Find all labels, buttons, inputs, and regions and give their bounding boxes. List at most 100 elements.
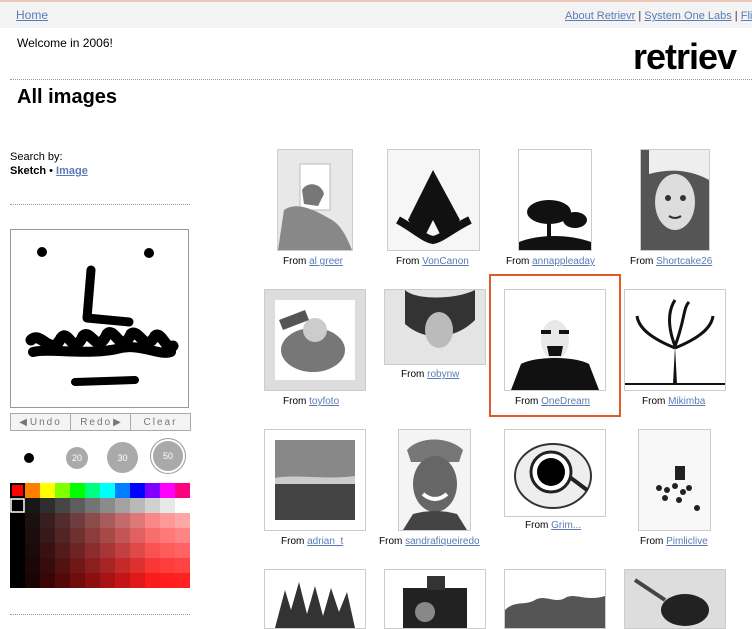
palette-shade-swatch[interactable]	[25, 573, 40, 588]
palette-shade-swatch[interactable]	[100, 543, 115, 558]
palette-hue-swatch[interactable]	[130, 483, 145, 498]
result-thumbnail[interactable]	[504, 569, 606, 629]
palette-shade-swatch[interactable]	[130, 543, 145, 558]
palette-shade-swatch[interactable]	[175, 543, 190, 558]
result-thumbnail[interactable]	[264, 569, 366, 629]
palette-hue-swatch[interactable]	[85, 483, 100, 498]
brush-20-button[interactable]: 20	[66, 447, 88, 469]
user-link[interactable]: toyfoto	[309, 396, 339, 407]
palette-hue-swatch[interactable]	[100, 483, 115, 498]
palette-shade-swatch[interactable]	[25, 543, 40, 558]
palette-shade-swatch[interactable]	[115, 513, 130, 528]
palette-shade-swatch[interactable]	[100, 573, 115, 588]
palette-shade-swatch[interactable]	[10, 558, 25, 573]
palette-shade-swatch[interactable]	[85, 558, 100, 573]
palette-gray-swatch[interactable]	[175, 498, 190, 513]
palette-shade-swatch[interactable]	[145, 573, 160, 588]
user-link[interactable]: annappleaday	[532, 256, 595, 267]
palette-shade-swatch[interactable]	[115, 528, 130, 543]
palette-shade-swatch[interactable]	[10, 573, 25, 588]
palette-gray-swatch[interactable]	[130, 498, 145, 513]
palette-shade-swatch[interactable]	[40, 558, 55, 573]
palette-shade-swatch[interactable]	[70, 543, 85, 558]
palette-shade-swatch[interactable]	[145, 528, 160, 543]
palette-shade-swatch[interactable]	[10, 543, 25, 558]
palette-shade-swatch[interactable]	[25, 558, 40, 573]
palette-gray-swatch[interactable]	[40, 498, 55, 513]
palette-shade-swatch[interactable]	[85, 573, 100, 588]
result-thumbnail[interactable]	[504, 429, 606, 517]
palette-shade-swatch[interactable]	[55, 573, 70, 588]
user-link[interactable]: Shortcake26	[656, 256, 712, 267]
palette-shade-swatch[interactable]	[160, 528, 175, 543]
user-link[interactable]: sandrafiqueiredo	[405, 536, 480, 547]
undo-button[interactable]: ◀ Undo	[11, 414, 71, 430]
palette-shade-swatch[interactable]	[55, 528, 70, 543]
palette-shade-swatch[interactable]	[40, 528, 55, 543]
palette-shade-swatch[interactable]	[175, 528, 190, 543]
user-link[interactable]: adrian_t	[307, 536, 343, 547]
palette-shade-swatch[interactable]	[85, 528, 100, 543]
result-thumbnail[interactable]	[640, 149, 710, 251]
palette-shade-swatch[interactable]	[160, 513, 175, 528]
result-thumbnail[interactable]	[384, 289, 486, 365]
palette-gray-swatch[interactable]	[145, 498, 160, 513]
palette-hue-swatch[interactable]	[40, 483, 55, 498]
brush-small-button[interactable]	[24, 453, 34, 463]
palette-shade-swatch[interactable]	[130, 528, 145, 543]
palette-shade-swatch[interactable]	[160, 573, 175, 588]
palette-shade-swatch[interactable]	[40, 543, 55, 558]
palette-shade-swatch[interactable]	[25, 528, 40, 543]
palette-hue-swatch[interactable]	[70, 483, 85, 498]
palette-gray-swatch[interactable]	[25, 498, 40, 513]
palette-shade-swatch[interactable]	[70, 558, 85, 573]
palette-shade-swatch[interactable]	[145, 543, 160, 558]
brush-30-button[interactable]: 30	[107, 442, 138, 473]
palette-shade-swatch[interactable]	[70, 513, 85, 528]
result-thumbnail[interactable]	[264, 289, 366, 391]
palette-shade-swatch[interactable]	[130, 558, 145, 573]
palette-gray-swatch[interactable]	[70, 498, 85, 513]
palette-gray-swatch[interactable]	[160, 498, 175, 513]
home-link[interactable]: Home	[16, 8, 48, 22]
palette-shade-swatch[interactable]	[115, 543, 130, 558]
palette-shade-swatch[interactable]	[55, 543, 70, 558]
palette-shade-swatch[interactable]	[55, 558, 70, 573]
palette-shade-swatch[interactable]	[70, 573, 85, 588]
palette-shade-swatch[interactable]	[70, 528, 85, 543]
about-link[interactable]: About Retrievr	[565, 10, 635, 22]
sketch-canvas[interactable]	[10, 229, 189, 408]
palette-shade-swatch[interactable]	[115, 558, 130, 573]
result-thumbnail[interactable]	[518, 149, 592, 251]
result-thumbnail[interactable]	[277, 149, 353, 251]
clear-button[interactable]: Clear	[131, 414, 190, 430]
result-thumbnail[interactable]	[624, 289, 726, 391]
palette-shade-swatch[interactable]	[85, 513, 100, 528]
image-mode-link[interactable]: Image	[56, 165, 88, 177]
result-thumbnail[interactable]	[398, 429, 471, 531]
user-link[interactable]: Grim...	[551, 520, 581, 531]
palette-shade-swatch[interactable]	[175, 513, 190, 528]
system-one-link[interactable]: System One Labs	[644, 10, 731, 22]
user-link[interactable]: VonCanon	[422, 256, 469, 267]
palette-shade-swatch[interactable]	[40, 513, 55, 528]
palette-shade-swatch[interactable]	[115, 573, 130, 588]
palette-gray-swatch[interactable]	[100, 498, 115, 513]
result-thumbnail[interactable]	[638, 429, 711, 531]
result-thumbnail[interactable]	[264, 429, 366, 531]
palette-shade-swatch[interactable]	[100, 558, 115, 573]
result-thumbnail[interactable]	[387, 149, 480, 251]
palette-shade-swatch[interactable]	[145, 513, 160, 528]
palette-shade-swatch[interactable]	[85, 543, 100, 558]
palette-hue-swatch[interactable]	[115, 483, 130, 498]
palette-shade-swatch[interactable]	[175, 558, 190, 573]
palette-shade-swatch[interactable]	[25, 513, 40, 528]
palette-shade-swatch[interactable]	[10, 513, 25, 528]
palette-shade-swatch[interactable]	[10, 528, 25, 543]
result-thumbnail[interactable]	[384, 569, 486, 629]
palette-hue-swatch[interactable]	[160, 483, 175, 498]
palette-hue-swatch[interactable]	[25, 483, 40, 498]
brush-50-button[interactable]: 50	[153, 441, 183, 471]
user-link[interactable]: al greer	[309, 256, 343, 267]
palette-shade-swatch[interactable]	[100, 513, 115, 528]
